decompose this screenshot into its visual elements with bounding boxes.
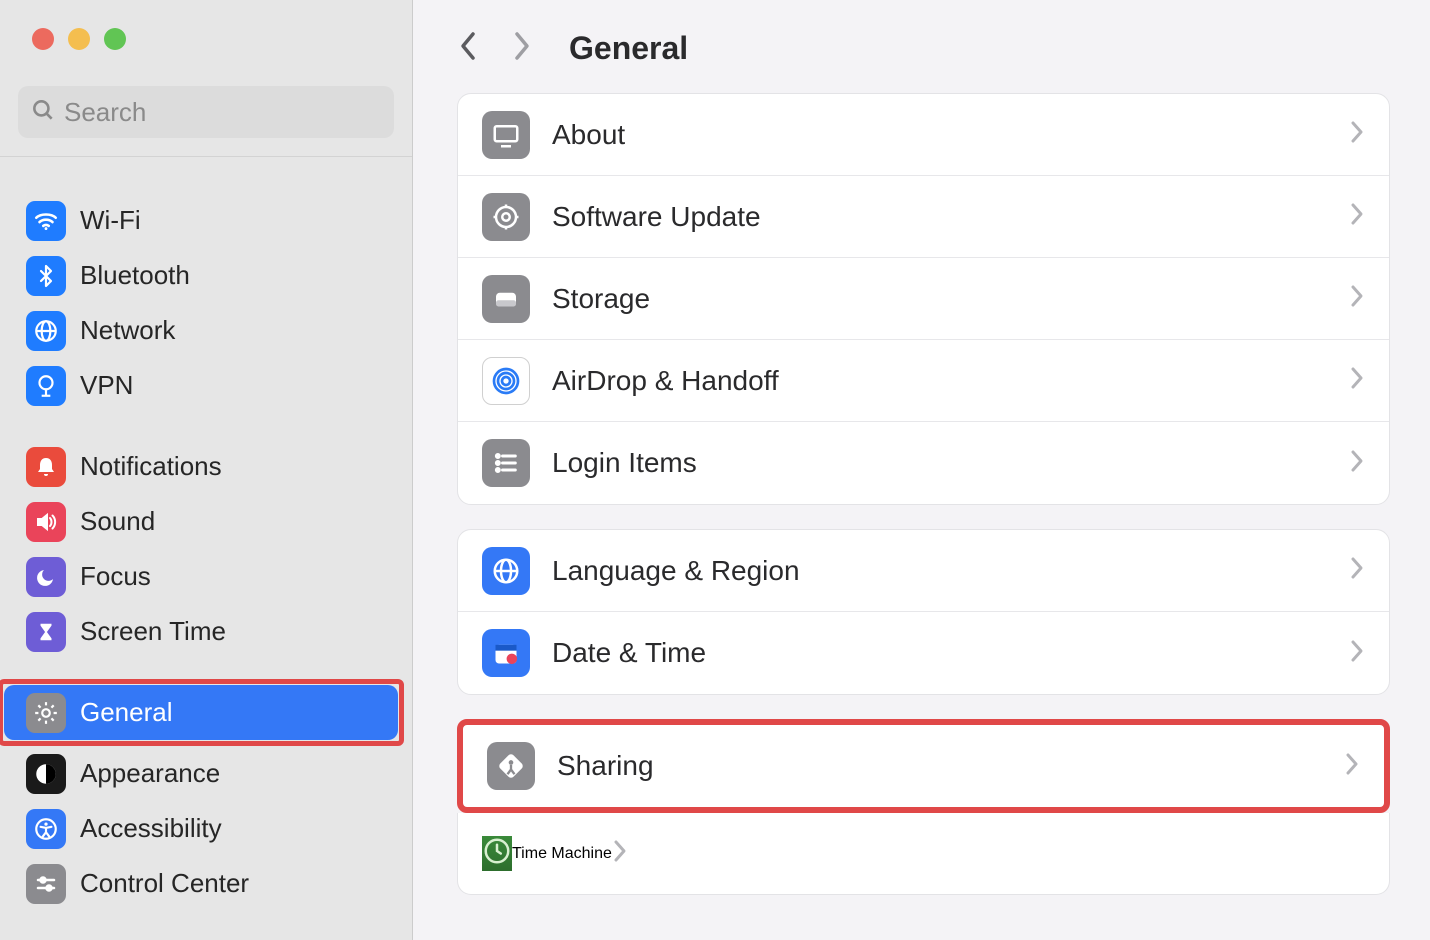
row-label: Login Items [552,447,1349,479]
row-timemachine[interactable]: Time Machine [457,813,1390,895]
vpn-icon [26,366,66,406]
page-title: General [569,30,688,67]
chevron-right-icon [1349,201,1365,232]
maximize-button[interactable] [104,28,126,50]
row-loginitems[interactable]: Login Items [458,422,1389,504]
window-controls [0,0,412,50]
settings-group: Language & Region Date & Time [457,529,1390,695]
sharing-icon [487,742,535,790]
sidebar-item-controlcenter[interactable]: Control Center [14,856,398,911]
row-language[interactable]: Language & Region [458,530,1389,612]
row-sharing[interactable]: Sharing [463,725,1384,807]
sidebar-item-label: General [80,697,173,728]
globe-icon [482,547,530,595]
gear-refresh-icon [482,193,530,241]
sidebar-item-appearance[interactable]: Appearance [14,746,398,801]
settings-group: About Software Update Storage [457,93,1390,505]
chevron-right-icon [1349,638,1365,669]
speaker-icon [26,502,66,542]
row-label: AirDrop & Handoff [552,365,1349,397]
search-input[interactable] [64,97,382,128]
minimize-button[interactable] [68,28,90,50]
main-content: General About Software Update [413,0,1430,940]
sidebar-item-network[interactable]: Network [14,303,398,358]
sidebar-item-notifications[interactable]: Notifications [14,439,398,494]
sidebar-item-wifi[interactable]: Wi-Fi [14,193,398,248]
chevron-right-icon [1349,283,1365,314]
sidebar-item-focus[interactable]: Focus [14,549,398,604]
sidebar-item-label: Wi-Fi [80,205,141,236]
chevron-right-icon [612,838,628,869]
list-icon [482,439,530,487]
sidebar-item-label: Network [80,315,175,346]
chevron-right-icon [1349,365,1365,396]
row-label: Storage [552,283,1349,315]
row-label: About [552,119,1349,151]
display-icon [482,111,530,159]
row-label: Date & Time [552,637,1349,669]
row-label: Sharing [557,750,1344,782]
nav-back-button[interactable] [457,28,481,69]
sidebar-item-label: Screen Time [80,616,226,647]
globe-icon [26,311,66,351]
sidebar: Wi-Fi Bluetooth Network VPN [0,0,413,940]
main-header: General [413,0,1430,93]
bluetooth-icon [26,256,66,296]
hourglass-icon [26,612,66,652]
row-about[interactable]: About [458,94,1389,176]
sidebar-item-vpn[interactable]: VPN [14,358,398,413]
disk-icon [482,275,530,323]
sidebar-item-label: Focus [80,561,151,592]
sidebar-item-sound[interactable]: Sound [14,494,398,549]
highlight-annotation: General [0,679,404,746]
sidebar-item-label: Accessibility [80,813,222,844]
moon-icon [26,557,66,597]
chevron-right-icon [1349,119,1365,150]
sidebar-item-label: Sound [80,506,155,537]
row-label: Language & Region [552,555,1349,587]
accessibility-icon [26,809,66,849]
chevron-right-icon [1349,555,1365,586]
sidebar-group: Notifications Sound Focus Screen Time [14,439,398,659]
sidebar-item-label: Notifications [80,451,222,482]
wifi-icon [26,201,66,241]
sidebar-group: Wi-Fi Bluetooth Network VPN [14,193,398,413]
sidebar-item-label: Bluetooth [80,260,190,291]
row-label: Time Machine [512,845,612,863]
search-field[interactable] [18,86,394,138]
row-datetime[interactable]: Date & Time [458,612,1389,694]
sidebar-item-label: Control Center [80,868,249,899]
airdrop-icon [482,357,530,405]
nav-forward-button[interactable] [509,28,533,69]
row-label: Software Update [552,201,1349,233]
chevron-right-icon [1349,448,1365,479]
sidebar-item-label: VPN [80,370,133,401]
row-storage[interactable]: Storage [458,258,1389,340]
appearance-icon [26,754,66,794]
chevron-right-icon [1344,751,1360,782]
gear-icon [26,693,66,733]
sliders-icon [26,864,66,904]
sidebar-item-label: Appearance [80,758,220,789]
calendar-icon [482,629,530,677]
bell-icon [26,447,66,487]
row-softwareupdate[interactable]: Software Update [458,176,1389,258]
sidebar-item-accessibility[interactable]: Accessibility [14,801,398,856]
search-icon [30,97,56,128]
sidebar-item-bluetooth[interactable]: Bluetooth [14,248,398,303]
row-airdrop[interactable]: AirDrop & Handoff [458,340,1389,422]
close-button[interactable] [32,28,54,50]
timemachine-icon [482,836,512,871]
sidebar-item-screentime[interactable]: Screen Time [14,604,398,659]
sidebar-item-general[interactable]: General [4,685,398,740]
highlight-annotation: Sharing [457,719,1390,813]
sidebar-group: General Appearance Accessibility Contr [14,679,398,911]
